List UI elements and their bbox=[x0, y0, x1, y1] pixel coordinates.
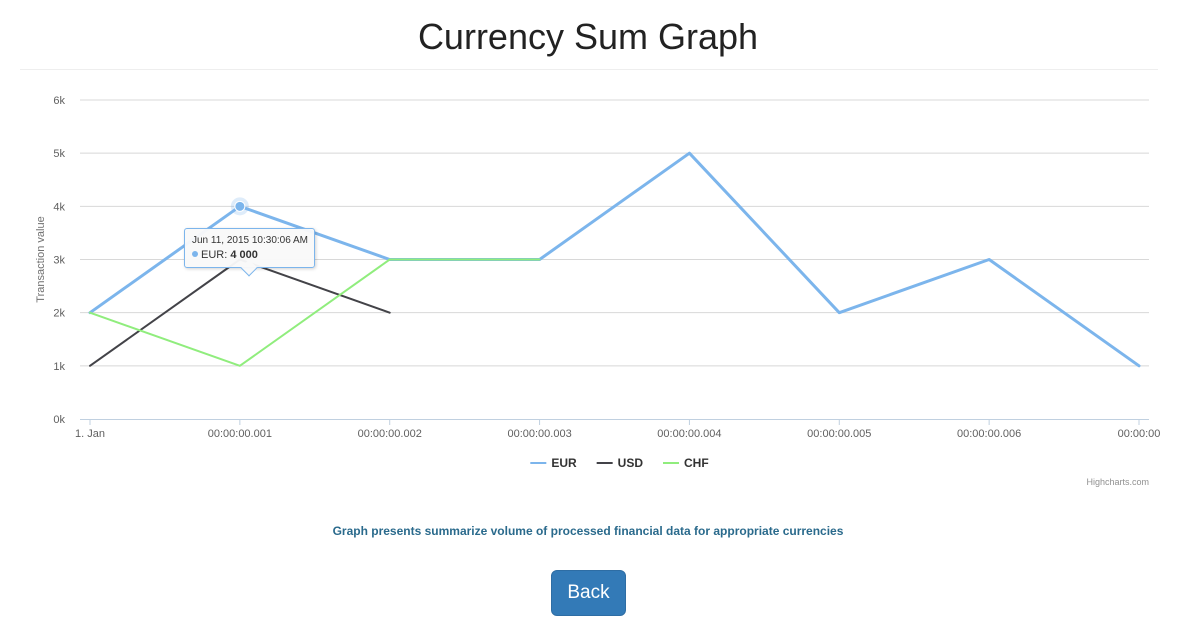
y-tick-label: 2k bbox=[53, 308, 65, 320]
y-axis-ticks: 0k 1k 2k 3k 4k 5k 6k bbox=[53, 95, 65, 426]
credits-link[interactable]: Highcharts.com bbox=[1086, 477, 1149, 487]
chart-container: 0k 1k 2k 3k 4k 5k 6k 1. Jan 00:00:00.001 00:00:0… bbox=[0, 80, 1176, 500]
y-tick-label: 0k bbox=[53, 414, 65, 426]
legend: EUR USD CHF bbox=[530, 456, 709, 470]
x-tick-label: 00:00:00.003 bbox=[507, 428, 571, 440]
x-tick-label: 00:00:00.002 bbox=[358, 428, 422, 440]
y-tick-label: 5k bbox=[53, 148, 65, 160]
tooltip-series-dot bbox=[192, 251, 198, 258]
back-button[interactable]: Back bbox=[551, 570, 626, 616]
x-tick-label: 1. Jan bbox=[75, 428, 105, 440]
x-tick-label: 00:00:00.005 bbox=[807, 428, 871, 440]
y-tick-label: 3k bbox=[53, 255, 65, 267]
graph-caption: Graph presents summarize volume of proce… bbox=[332, 524, 844, 538]
page-title: Currency Sum Graph bbox=[417, 16, 759, 57]
legend-item-usd[interactable]: USD bbox=[596, 456, 644, 470]
x-tick-label: 00:00:00.001 bbox=[208, 428, 272, 440]
hover-point-marker[interactable] bbox=[234, 200, 246, 212]
x-tick-label: 00:00:00.006 bbox=[957, 428, 1021, 440]
chart-tooltip: Jun 11, 2015 10:30:06 AM EUR: 4 000 bbox=[184, 228, 315, 268]
y-tick-label: 4k bbox=[53, 201, 65, 213]
legend-label: USD bbox=[618, 456, 644, 470]
x-tick-label: 00:00:00.004 bbox=[657, 428, 721, 440]
x-tick-label: 00:00:00 bbox=[1118, 428, 1161, 440]
tooltip-row: EUR: 4 000 bbox=[192, 248, 307, 263]
y-axis-title: Transaction value bbox=[35, 216, 47, 302]
legend-item-eur[interactable]: EUR bbox=[530, 456, 577, 470]
x-axis-ticks: 1. Jan 00:00:00.001 00:00:00.002 00:00:00.0… bbox=[75, 419, 1160, 440]
legend-item-chf[interactable]: CHF bbox=[663, 456, 709, 470]
tooltip-value: 4 000 bbox=[230, 249, 258, 261]
legend-label: CHF bbox=[684, 456, 709, 470]
tooltip-header: Jun 11, 2015 10:30:06 AM bbox=[192, 235, 309, 246]
title-divider bbox=[20, 69, 1158, 70]
y-tick-label: 1k bbox=[53, 361, 65, 373]
y-tick-label: 6k bbox=[53, 95, 65, 107]
legend-label: EUR bbox=[551, 456, 577, 470]
tooltip-series-label: EUR bbox=[201, 249, 225, 261]
line-chart: 0k 1k 2k 3k 4k 5k 6k 1. Jan 00:00:00.001 00:00:0… bbox=[35, 95, 1160, 487]
